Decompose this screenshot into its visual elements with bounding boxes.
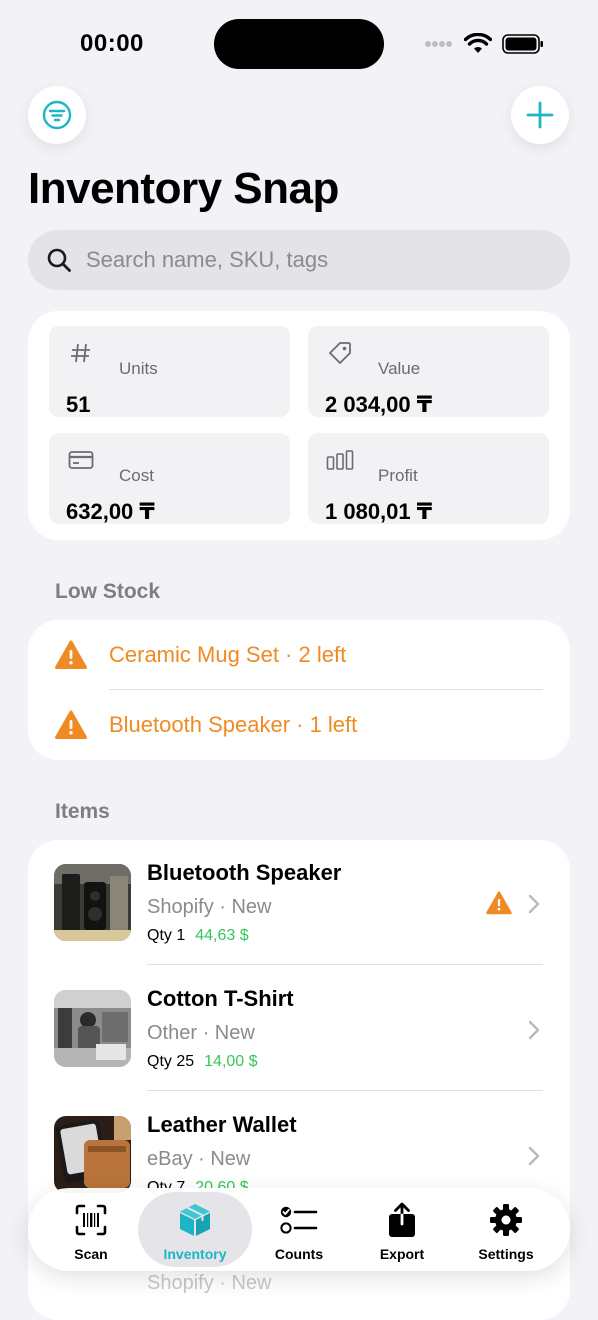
low-stock-row[interactable]: Ceramic Mug Set · 2 left bbox=[28, 620, 570, 690]
item-source: eBay · New bbox=[147, 1148, 251, 1170]
tab-export[interactable]: Export bbox=[350, 1188, 454, 1271]
status-icons bbox=[424, 32, 544, 56]
chevron-right-icon bbox=[528, 894, 540, 914]
divider bbox=[147, 964, 543, 965]
stat-label: Cost bbox=[119, 466, 154, 485]
chevron-right-icon bbox=[528, 1020, 540, 1040]
plus-icon bbox=[526, 101, 554, 129]
item-row[interactable]: Bluetooth Speaker Shopify · New Qty 1 44,… bbox=[28, 840, 570, 966]
dynamic-island bbox=[214, 19, 384, 69]
low-stock-row[interactable]: Bluetooth Speaker · 1 left bbox=[28, 690, 570, 760]
item-price: 14,00 $ bbox=[204, 1053, 258, 1070]
tab-inventory[interactable]: Inventory bbox=[138, 1192, 252, 1267]
stat-value-total: Value 2 034,00 ₸ bbox=[308, 326, 549, 417]
status-time: 00:00 bbox=[80, 30, 144, 57]
item-thumbnail bbox=[54, 990, 131, 1067]
page-title: Inventory Snap bbox=[28, 164, 339, 213]
tab-label: Settings bbox=[478, 1246, 534, 1262]
search-input[interactable] bbox=[84, 246, 528, 274]
stat-label: Units bbox=[119, 359, 158, 378]
item-source: Other · New bbox=[147, 1022, 255, 1044]
tab-label: Inventory bbox=[163, 1246, 227, 1262]
item-qty: Qty 25 bbox=[147, 1053, 195, 1070]
item-source: Shopify · New bbox=[147, 1272, 272, 1294]
wifi-icon bbox=[464, 33, 492, 53]
stat-cost: Cost 632,00 ₸ bbox=[49, 433, 290, 524]
item-name: Cotton T-Shirt bbox=[147, 986, 294, 1011]
chevron-right-icon bbox=[528, 1146, 540, 1166]
low-stock-card: Ceramic Mug Set · 2 left Bluetooth Speak… bbox=[28, 620, 570, 760]
stat-label: Profit bbox=[378, 466, 418, 485]
tab-bar: Scan Inventory Counts Export Settings bbox=[28, 1188, 570, 1271]
battery-icon bbox=[502, 34, 543, 54]
box-icon bbox=[180, 1204, 210, 1236]
tag-icon bbox=[326, 341, 354, 365]
stat-label: Value bbox=[378, 359, 421, 378]
tab-counts[interactable]: Counts bbox=[247, 1188, 351, 1271]
tab-label: Scan bbox=[74, 1246, 108, 1262]
item-name: Bluetooth Speaker bbox=[147, 860, 342, 885]
item-qty-price: Qty 25 14,00 $ bbox=[147, 1053, 258, 1071]
add-item-button[interactable] bbox=[511, 86, 569, 144]
share-icon bbox=[389, 1202, 415, 1237]
tab-label: Export bbox=[379, 1246, 425, 1262]
warning-icon bbox=[486, 891, 512, 915]
stats-card: Units 51 Value 2 034,00 ₸ Cost 632,00 ₸ bbox=[28, 311, 570, 540]
item-source: Shopify · New bbox=[147, 896, 272, 918]
filter-icon bbox=[42, 100, 72, 130]
warning-icon bbox=[55, 640, 87, 669]
item-price: 44,63 $ bbox=[195, 927, 249, 944]
divider bbox=[147, 1090, 543, 1091]
stat-value: 2 034,00 ₸ bbox=[325, 392, 433, 417]
tab-settings[interactable]: Settings bbox=[454, 1188, 558, 1271]
low-stock-heading: Low Stock bbox=[55, 580, 161, 603]
hash-icon bbox=[67, 341, 95, 365]
search-bar[interactable] bbox=[28, 230, 570, 290]
barcode-scan-icon bbox=[75, 1204, 107, 1236]
item-qty-price: Qty 1 44,63 $ bbox=[147, 927, 249, 945]
items-heading: Items bbox=[55, 800, 110, 823]
stat-profit: Profit 1 080,01 ₸ bbox=[308, 433, 549, 524]
warning-icon bbox=[55, 710, 87, 739]
item-thumbnail bbox=[54, 1116, 131, 1193]
stat-value: 632,00 ₸ bbox=[66, 499, 155, 524]
bar-chart-icon bbox=[326, 448, 354, 472]
signal-icon bbox=[425, 41, 452, 47]
low-stock-label: Ceramic Mug Set · 2 left bbox=[109, 642, 347, 667]
credit-card-icon bbox=[67, 448, 95, 472]
item-row[interactable]: Cotton T-Shirt Other · New Qty 25 14,00 $ bbox=[28, 966, 570, 1092]
stat-units: Units 51 bbox=[49, 326, 290, 417]
gear-icon bbox=[490, 1204, 522, 1236]
item-thumbnail bbox=[54, 864, 131, 941]
filter-button[interactable] bbox=[28, 86, 86, 144]
low-stock-label: Bluetooth Speaker · 1 left bbox=[109, 712, 358, 737]
stat-value: 51 bbox=[66, 392, 91, 417]
tab-label: Counts bbox=[274, 1246, 324, 1262]
item-name: Leather Wallet bbox=[147, 1112, 297, 1137]
tab-scan[interactable]: Scan bbox=[39, 1188, 143, 1271]
stat-value: 1 080,01 ₸ bbox=[325, 499, 433, 524]
search-icon bbox=[47, 248, 71, 272]
item-qty: Qty 1 bbox=[147, 927, 186, 944]
checklist-icon bbox=[280, 1206, 318, 1234]
